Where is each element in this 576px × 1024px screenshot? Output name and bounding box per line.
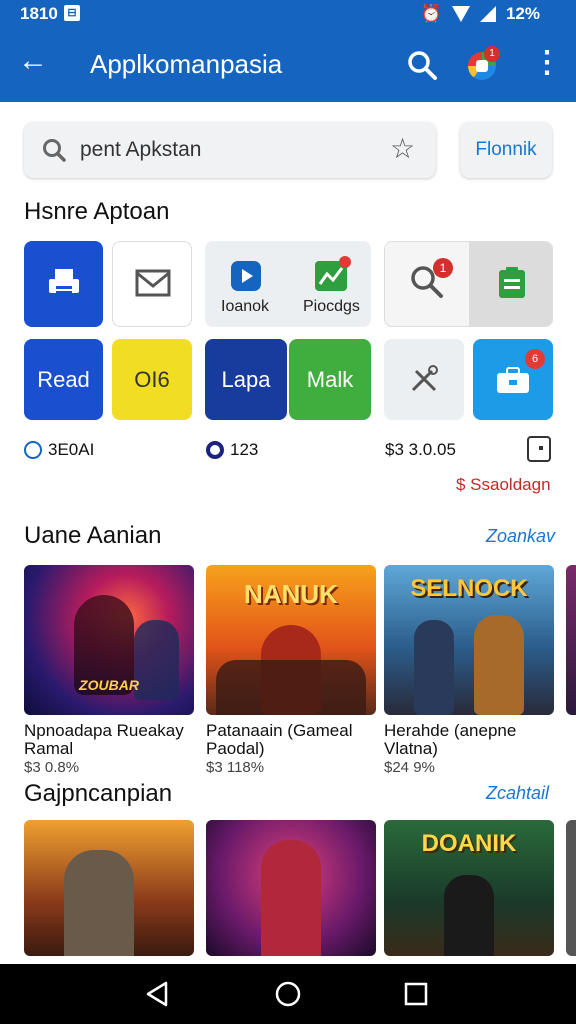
tile-label: Piocdgs: [303, 298, 360, 315]
quick-actions-title: Hsnre Aptoan: [24, 198, 170, 225]
see-all-link[interactable]: Zcahtail: [486, 783, 549, 804]
stat-item: $3 3.0.05: [385, 440, 456, 459]
app-bar: ← Applkomanpasia 1 ⋮: [0, 28, 576, 102]
more-menu-icon[interactable]: ⋮: [532, 48, 562, 82]
tile-lapa[interactable]: Lapa: [205, 339, 287, 420]
printer-icon: [49, 269, 79, 294]
search-field-icon: [43, 139, 66, 162]
game-card[interactable]: [24, 820, 194, 956]
tools-icon: [411, 365, 438, 392]
tile-label: Malk: [306, 367, 354, 392]
game-artwork: DOANIK: [384, 820, 554, 956]
tile-label: OI6: [134, 367, 170, 392]
tile-malk[interactable]: Malk: [289, 339, 371, 420]
search-field[interactable]: pent Apkstan ☆: [24, 122, 436, 178]
tile-tools-group[interactable]: 1: [384, 241, 553, 327]
document-icon[interactable]: [527, 436, 551, 462]
tile-toolbox[interactable]: 6: [473, 339, 553, 420]
clipboard-icon: [499, 267, 525, 298]
tile-read[interactable]: Read: [24, 339, 103, 420]
back-arrow-icon[interactable]: ←: [18, 46, 48, 76]
game-card-peek[interactable]: [566, 565, 576, 715]
game-price: $3 0.8%: [24, 759, 80, 776]
back-nav-icon[interactable]: [142, 978, 174, 1010]
game-card[interactable]: SELNOCK Herahde (anepne Vlatna) $24 9%: [384, 565, 554, 776]
search-icon[interactable]: [405, 48, 439, 82]
recents-nav-icon[interactable]: [400, 978, 432, 1010]
tile-badge: 6: [525, 349, 545, 369]
chart-icon: [315, 256, 351, 291]
alarm-icon: ⏰: [420, 4, 442, 23]
stat-item: 3E0AI: [24, 440, 94, 460]
section-title: Uane Aanian: [24, 522, 162, 549]
battery-label: 12%: [505, 4, 540, 23]
game-card[interactable]: ZOUBAR Npnoadapa Rueakay Ramal $3 0.8%: [24, 565, 194, 776]
wifi-icon: [451, 6, 470, 22]
filter-button[interactable]: Flonnik: [460, 122, 552, 178]
section-title: Gajpncanpian: [24, 780, 173, 807]
system-nav-bar: [0, 964, 576, 1024]
tile-apps-group[interactable]: Ioanok Piocdgs: [205, 241, 371, 327]
signal-icon: [479, 6, 496, 22]
game-artwork: NANUK: [206, 565, 376, 715]
tile-label: Read: [37, 367, 90, 392]
game-title: Patanaain (Gameal Paodal): [206, 721, 353, 758]
star-icon[interactable]: ☆: [390, 132, 415, 165]
account-notification-button[interactable]: 1: [466, 46, 500, 82]
sale-link[interactable]: $ Ssaoldagn: [456, 475, 551, 495]
game-card[interactable]: NANUK Patanaain (Gameal Paodal) $3 118%: [206, 565, 376, 776]
game-artwork: ZOUBAR: [24, 565, 194, 715]
game-price: $3 118%: [206, 759, 265, 776]
status-icons: ⏰ 12%: [421, 4, 540, 24]
game-artwork: [206, 820, 376, 956]
game-title: Herahde (anepne Vlatna): [384, 721, 517, 758]
tile-printer[interactable]: [24, 241, 103, 327]
tile-mail[interactable]: [112, 241, 192, 327]
game-title: Npnoadapa Rueakay Ramal: [24, 721, 184, 758]
toolbox-icon: [497, 367, 529, 393]
notification-badge: 1: [484, 46, 500, 62]
play-icon: [231, 261, 261, 291]
mail-icon: [135, 269, 171, 297]
stat-item: 123: [206, 440, 258, 460]
tile-label: Ioanok: [221, 298, 270, 315]
tile-tools[interactable]: [384, 339, 464, 420]
game-card[interactable]: DOANIK: [384, 820, 554, 956]
game-card[interactable]: [206, 820, 376, 956]
game-card-peek[interactable]: [566, 820, 576, 956]
game-artwork: [24, 820, 194, 956]
app-title: Applkomanpasia: [90, 49, 283, 79]
tile-label: Lapa: [221, 367, 271, 392]
notification-icon: ⊟: [64, 5, 80, 21]
tile-oi6[interactable]: OI6: [112, 339, 192, 420]
tile-badge: 1: [433, 258, 453, 278]
home-nav-icon[interactable]: [272, 978, 304, 1010]
game-artwork: SELNOCK: [384, 565, 554, 715]
clock-icon: [24, 441, 42, 459]
game-price: $24 9%: [384, 759, 435, 776]
status-time: 1810: [20, 4, 58, 23]
status-bar: 1810 ⊟ ⏰ 12%: [0, 0, 576, 28]
search-input[interactable]: pent Apkstan: [80, 138, 201, 162]
see-all-link[interactable]: Zoankav: [486, 526, 555, 547]
radio-icon: [206, 441, 224, 459]
